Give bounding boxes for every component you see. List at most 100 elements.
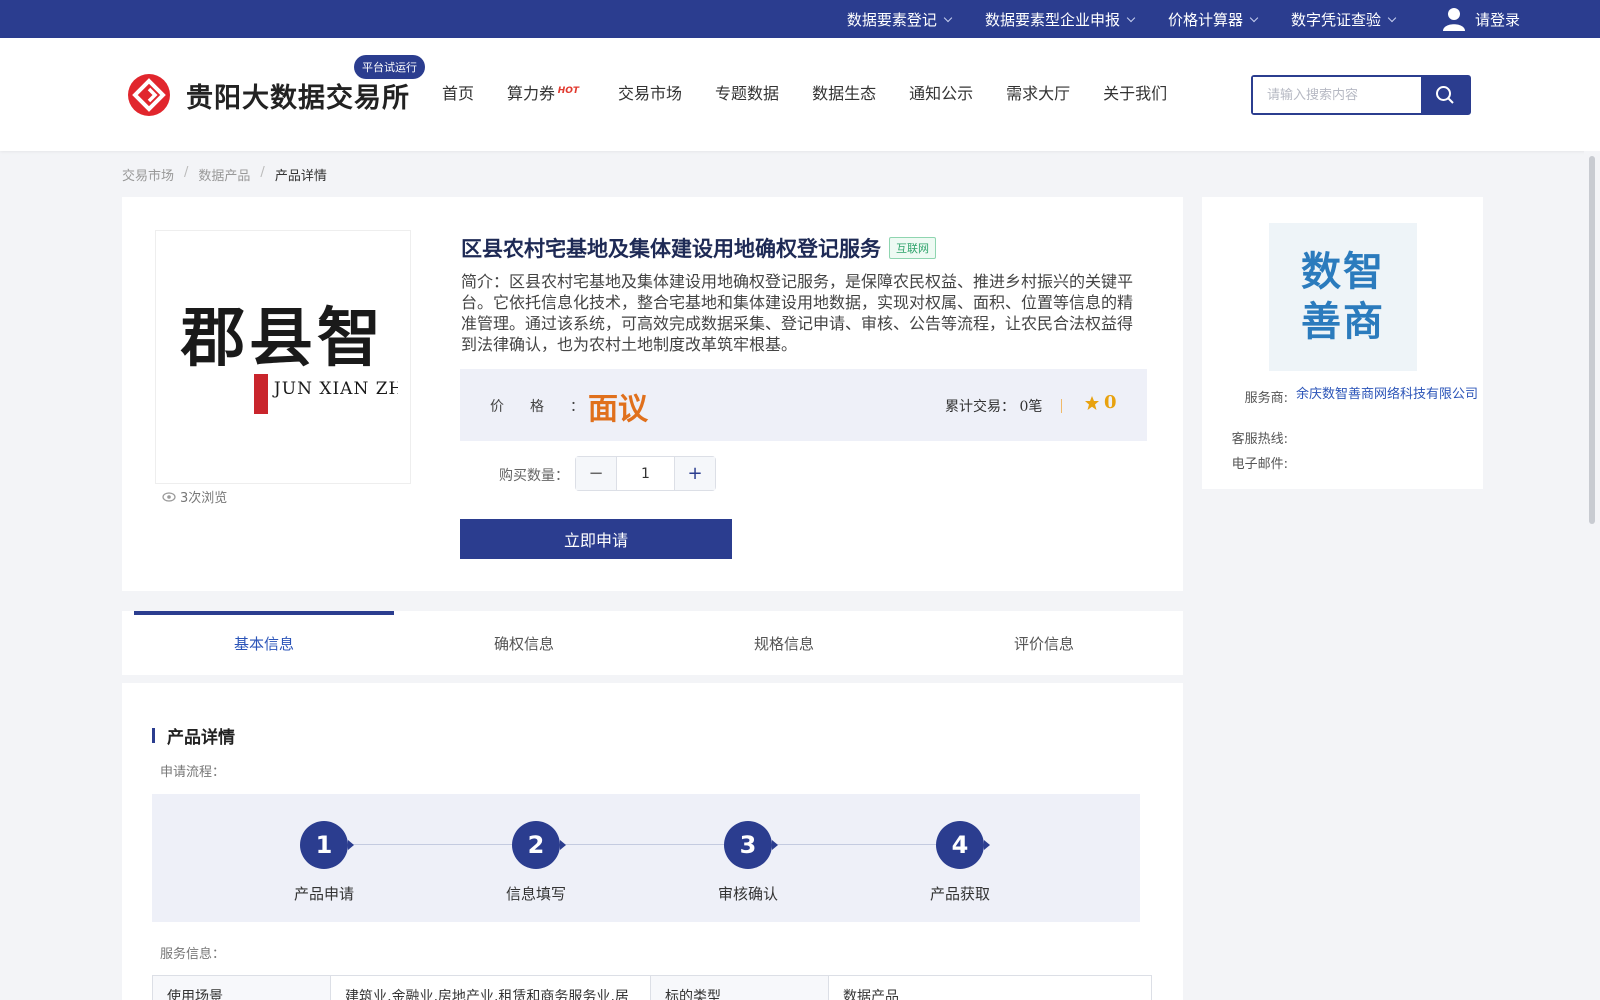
- main-header: 贵阳大数据交易所 平台试运行 首页 算力券 HOT 交易市场 专题数据 数据生态 …: [0, 38, 1600, 151]
- trades-label: 累计交易：: [945, 399, 1015, 415]
- vendor-logo-line2: 善商: [1301, 299, 1385, 345]
- table-cell-value: 数据产品: [828, 975, 1152, 1000]
- category-tag: 互联网: [889, 237, 936, 259]
- price-value: 面议: [588, 392, 648, 427]
- top-menu-label: 数据要素型企业申报: [984, 10, 1120, 29]
- step-number: 2: [512, 821, 566, 869]
- nav-notices[interactable]: 通知公示: [909, 80, 973, 104]
- search-icon: [1436, 86, 1454, 104]
- login-link[interactable]: 请登录: [1442, 7, 1520, 31]
- top-menu-voucher-check[interactable]: 数字凭证查验: [1290, 9, 1397, 30]
- nav-topic-data[interactable]: 专题数据: [715, 80, 779, 104]
- search-input[interactable]: [1253, 77, 1421, 113]
- nav-home[interactable]: 首页: [442, 80, 474, 104]
- top-menu-label: 数据要素登记: [846, 10, 937, 29]
- top-menu-data-registration[interactable]: 数据要素登记: [846, 9, 953, 30]
- vendor-logo: 数智 善商: [1269, 223, 1417, 371]
- nav-about-us[interactable]: 关于我们: [1103, 80, 1167, 104]
- service-info-table: 使用场景 建筑业,金融业,房地产业,租赁和商务服务业,居 标的类型 数据产品: [152, 975, 1152, 1000]
- service-info-label: 服务信息：: [160, 947, 226, 962]
- nav-compute-voucher[interactable]: 算力券 HOT: [507, 80, 579, 104]
- vendor-email-row: 电子邮件:: [1222, 453, 1296, 472]
- provider-link[interactable]: 余庆数智善商网络科技有限公司: [1296, 387, 1481, 406]
- breadcrumb: 交易市场 / 数据产品 / 产品详情: [122, 165, 337, 184]
- trial-badge: 平台试运行: [354, 55, 425, 79]
- tab-basic-info[interactable]: 基本信息: [134, 611, 394, 675]
- breadcrumb-separator: /: [184, 165, 189, 180]
- star-icon: [1085, 395, 1099, 410]
- brand-name[interactable]: 贵阳大数据交易所: [186, 76, 410, 115]
- step-number: 4: [936, 821, 990, 869]
- price-bar: 价格： 面议 累计交易： 0笔 0: [460, 369, 1147, 441]
- search-box: [1251, 75, 1471, 115]
- rating-value: 0: [1104, 392, 1117, 413]
- breadcrumb-separator: /: [260, 165, 265, 180]
- breadcrumb-current: 产品详情: [274, 169, 327, 184]
- tab-review-info[interactable]: 评价信息: [914, 611, 1174, 675]
- product-description: 简介：区县农村宅基地及集体建设用地确权登记服务，是保障农民权益、推进乡村振兴的关…: [461, 272, 1134, 354]
- step-label: 产品申请: [293, 885, 354, 903]
- view-count: 3次浏览: [162, 487, 227, 506]
- increase-button[interactable]: +: [675, 457, 715, 490]
- table-cell-key: 使用场景: [152, 975, 331, 1000]
- email-label: 电子邮件:: [1231, 457, 1288, 472]
- table-cell-value: 建筑业,金融业,房地产业,租赁和商务服务业,居: [330, 975, 651, 1000]
- view-count-text: 3次浏览: [180, 491, 228, 506]
- tab-spec-info[interactable]: 规格信息: [654, 611, 914, 675]
- top-menu-price-calculator[interactable]: 价格计算器: [1167, 9, 1259, 30]
- top-menu-label: 价格计算器: [1167, 10, 1243, 29]
- top-utility-bar: 数据要素登记 数据要素型企业申报 价格计算器 数字凭证查验 请登录: [0, 0, 1600, 38]
- step-label: 审核确认: [717, 885, 778, 903]
- scrollbar-thumb[interactable]: [1589, 156, 1595, 524]
- user-icon: [1442, 8, 1465, 31]
- provider-label: 服务商:: [1244, 391, 1288, 406]
- quantity-input[interactable]: 1: [616, 457, 675, 490]
- nav-market[interactable]: 交易市场: [618, 80, 682, 104]
- product-card: 郡县智 JUN XIAN ZHI 3次浏览 区县农村宅基地及集体建设用地确权登记…: [122, 197, 1183, 591]
- vendor-hotline-row: 客服热线:: [1222, 428, 1296, 447]
- flow-step: 2 信息填写: [476, 821, 596, 904]
- trades-value: 0笔: [1019, 399, 1043, 415]
- vendor-logo-line1: 数智: [1301, 249, 1385, 295]
- apply-now-button[interactable]: 立即申请: [460, 519, 732, 559]
- breadcrumb-market[interactable]: 交易市场: [122, 165, 174, 184]
- hot-badge: HOT: [557, 86, 580, 96]
- login-label: 请登录: [1474, 10, 1520, 29]
- vendor-provider-row: 服务商: 余庆数智善商网络科技有限公司: [1222, 387, 1481, 406]
- quantity-label: 购买数量：: [499, 468, 569, 484]
- application-flow: 1 产品申请 2 信息填写 3 审核确认 4 产品获取: [152, 794, 1140, 922]
- flow-connector: [348, 844, 974, 845]
- top-menu-label: 数字凭证查验: [1290, 10, 1381, 29]
- step-number: 1: [300, 821, 354, 869]
- top-menu: 数据要素登记 数据要素型企业申报 价格计算器 数字凭证查验 请登录: [813, 0, 1520, 38]
- vendor-card: 数智 善商 服务商: 余庆数智善商网络科技有限公司 客服热线: 电子邮件:: [1202, 197, 1483, 489]
- top-menu-enterprise-declaration[interactable]: 数据要素型企业申报: [984, 9, 1136, 30]
- table-row: 使用场景 建筑业,金融业,房地产业,租赁和商务服务业,居 标的类型 数据产品: [152, 975, 1152, 1000]
- eye-icon: [162, 491, 176, 502]
- hotline-label: 客服热线:: [1231, 432, 1288, 447]
- section-title: 产品详情: [152, 723, 235, 748]
- breadcrumb-data-products[interactable]: 数据产品: [198, 165, 250, 184]
- process-label: 申请流程：: [160, 765, 226, 780]
- flow-step: 3 审核确认: [688, 821, 808, 904]
- decrease-button[interactable]: −: [576, 457, 616, 490]
- chevron-down-icon: [943, 13, 953, 22]
- nav-data-ecosystem[interactable]: 数据生态: [812, 80, 876, 104]
- nav-demand-hall[interactable]: 需求大厅: [1006, 80, 1070, 104]
- exchange-logo-icon[interactable]: [128, 74, 170, 116]
- product-title: 区县农村宅基地及集体建设用地确权登记服务 互联网: [461, 233, 936, 263]
- product-logo-junxianzhi: 郡县智 JUN XIAN ZHI: [180, 301, 398, 414]
- step-label: 产品获取: [929, 885, 990, 903]
- cumulative-trades: 累计交易： 0笔: [945, 396, 1042, 416]
- search-button[interactable]: [1421, 77, 1469, 113]
- product-title-text: 区县农村宅基地及集体建设用地确权登记服务: [461, 236, 881, 261]
- product-image: 郡县智 JUN XIAN ZHI: [155, 230, 411, 484]
- chevron-down-icon: [1126, 13, 1136, 22]
- divider: [1061, 399, 1062, 413]
- tab-rights-info[interactable]: 确权信息: [394, 611, 654, 675]
- product-details-panel: 产品详情 申请流程： 1 产品申请 2 信息填写 3 审核确认 4 产品获取 服…: [122, 683, 1183, 1000]
- page-scrollbar[interactable]: [1584, 151, 1600, 1000]
- nav-label: 算力券: [507, 84, 556, 103]
- main-nav: 首页 算力券 HOT 交易市场 专题数据 数据生态 通知公示 需求大厅 关于我们: [442, 80, 1200, 104]
- chevron-down-icon: [1387, 13, 1397, 22]
